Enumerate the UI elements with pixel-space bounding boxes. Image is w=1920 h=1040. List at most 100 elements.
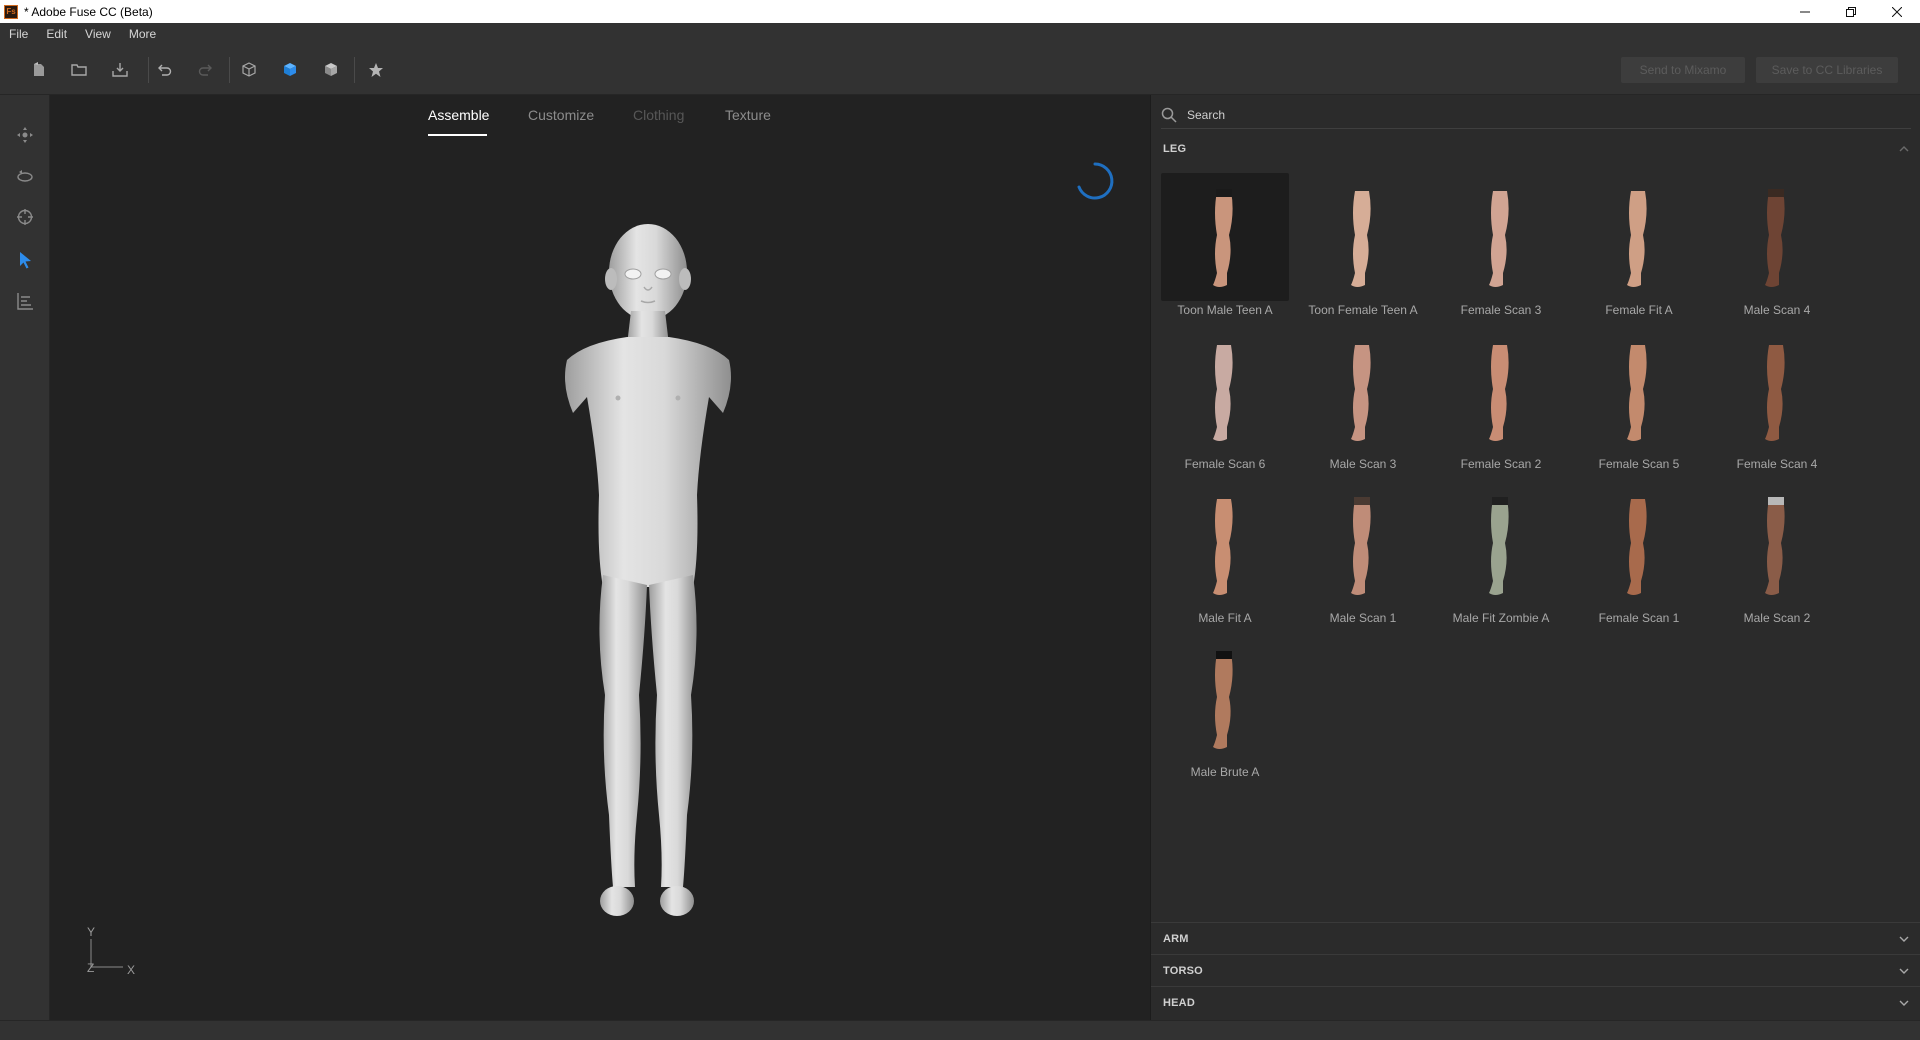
leg-thumbnail-image xyxy=(1213,499,1233,595)
leg-part-item[interactable]: Female Scan 5 xyxy=(1575,327,1703,477)
move-tool-button[interactable] xyxy=(12,122,38,148)
select-tool-icon xyxy=(20,252,31,269)
leg-shape xyxy=(1213,499,1233,595)
toolbar-separator xyxy=(354,57,355,83)
leg-thumbnail-image xyxy=(1627,345,1647,441)
leg-part-thumbnail xyxy=(1437,173,1565,301)
leg-shape xyxy=(1765,499,1785,595)
leg-cuff xyxy=(1354,497,1370,505)
target-tool-button[interactable] xyxy=(12,204,38,230)
leg-part-thumbnail xyxy=(1575,173,1703,301)
leg-part-item[interactable]: Male Scan 3 xyxy=(1299,327,1427,477)
leg-shape xyxy=(1627,499,1647,595)
leg-part-thumbnail xyxy=(1575,481,1703,609)
close-button[interactable] xyxy=(1874,0,1920,23)
menu-more[interactable]: More xyxy=(120,27,165,41)
select-tool-button[interactable] xyxy=(12,247,38,273)
leg-shape xyxy=(1213,653,1233,749)
leg-shape xyxy=(1765,345,1785,441)
redo-button[interactable] xyxy=(193,57,219,83)
leg-shape xyxy=(1351,191,1371,287)
undo-icon xyxy=(158,64,172,76)
section-arm-header[interactable]: ARM xyxy=(1151,922,1920,954)
leg-part-item[interactable]: Female Scan 2 xyxy=(1437,327,1565,477)
leg-part-item[interactable]: Female Scan 3 xyxy=(1437,173,1565,323)
section-torso-title: TORSO xyxy=(1163,964,1203,977)
leg-part-item[interactable]: Male Fit A xyxy=(1161,481,1289,631)
undo-button[interactable] xyxy=(151,57,177,83)
leg-part-label: Female Scan 6 xyxy=(1184,457,1266,471)
character-model[interactable] xyxy=(505,215,785,935)
leg-thumbnail-image xyxy=(1765,345,1785,441)
active-tab-indicator xyxy=(428,134,487,136)
tab-customize[interactable]: Customize xyxy=(528,107,594,123)
left-tool-rail xyxy=(0,95,50,1020)
menu-file[interactable]: File xyxy=(0,27,37,41)
leg-part-thumbnail xyxy=(1713,481,1841,609)
leg-part-item[interactable]: Female Fit A xyxy=(1575,173,1703,323)
import-button[interactable] xyxy=(107,57,133,83)
tab-assemble[interactable]: Assemble xyxy=(428,107,489,123)
chevron-down-icon xyxy=(1899,1000,1909,1006)
parts-panel: Search LEG Toon Male Teen A Toon Female T… xyxy=(1150,95,1920,1020)
move-tool-icon xyxy=(17,127,33,143)
chevron-down-icon xyxy=(1899,936,1909,942)
view-textured-button[interactable] xyxy=(318,57,344,83)
section-head-header[interactable]: HEAD xyxy=(1151,986,1920,1018)
pose-tool-icon xyxy=(17,293,33,310)
close-icon xyxy=(1892,6,1902,17)
orbit-tool-button[interactable] xyxy=(12,163,38,189)
new-file-button[interactable] xyxy=(26,57,52,83)
leg-part-item[interactable]: Male Brute A xyxy=(1161,635,1289,785)
leg-shape xyxy=(1351,499,1371,595)
leg-shape xyxy=(1627,191,1647,287)
leg-part-label: Female Scan 3 xyxy=(1460,303,1542,317)
send-to-mixamo-button[interactable]: Send to Mixamo xyxy=(1621,57,1745,83)
leg-part-item[interactable]: Male Scan 4 xyxy=(1713,173,1841,323)
save-to-cc-libraries-button[interactable]: Save to CC Libraries xyxy=(1756,57,1898,83)
leg-part-thumbnail xyxy=(1161,327,1289,455)
toolbar-separator xyxy=(148,57,149,83)
leg-part-item[interactable]: Female Scan 4 xyxy=(1713,327,1841,477)
leg-shape xyxy=(1489,345,1509,441)
leg-shape xyxy=(1627,345,1647,441)
search-bar[interactable]: Search xyxy=(1161,101,1911,129)
leg-cuff xyxy=(1216,651,1232,659)
leg-part-item[interactable]: Female Scan 1 xyxy=(1575,481,1703,631)
leg-part-label: Male Scan 4 xyxy=(1743,303,1811,317)
leg-part-item[interactable]: Toon Female Teen A xyxy=(1299,173,1427,323)
view-solid-button[interactable] xyxy=(277,57,303,83)
leg-part-thumbnail xyxy=(1575,327,1703,455)
leg-part-item[interactable]: Male Scan 1 xyxy=(1299,481,1427,631)
section-leg-header[interactable]: LEG xyxy=(1151,133,1920,165)
view-outline-button[interactable] xyxy=(236,57,262,83)
app-icon: Fs xyxy=(4,4,18,19)
section-head-title: HEAD xyxy=(1163,996,1195,1009)
minimize-icon xyxy=(1800,11,1810,12)
leg-part-thumbnail xyxy=(1161,635,1289,763)
leg-part-item[interactable]: Male Scan 2 xyxy=(1713,481,1841,631)
tab-clothing[interactable]: Clothing xyxy=(633,107,684,123)
leg-part-label: Toon Male Teen A xyxy=(1177,303,1273,317)
leg-part-item[interactable]: Female Scan 6 xyxy=(1161,327,1289,477)
menu-edit[interactable]: Edit xyxy=(37,27,76,41)
leg-part-label: Female Scan 2 xyxy=(1460,457,1542,471)
open-button[interactable] xyxy=(66,57,92,83)
cube-textured-icon xyxy=(325,63,337,76)
section-torso-header[interactable]: TORSO xyxy=(1151,954,1920,986)
axis-gizmo: Y Z X xyxy=(85,925,165,987)
leg-part-item[interactable]: Male Fit Zombie A xyxy=(1437,481,1565,631)
leg-cuff xyxy=(1492,497,1508,505)
leg-cuff xyxy=(1768,497,1784,505)
restore-button[interactable] xyxy=(1828,0,1874,23)
menu-view[interactable]: View xyxy=(76,27,120,41)
search-input[interactable]: Search xyxy=(1187,108,1225,122)
3d-viewport[interactable]: Assemble Customize Clothing Texture Y Z … xyxy=(50,95,1150,1020)
leg-part-item[interactable]: Toon Male Teen A xyxy=(1161,173,1289,323)
leg-thumbnail-image xyxy=(1765,497,1785,595)
tab-texture[interactable]: Texture xyxy=(725,107,771,123)
favorite-button[interactable] xyxy=(363,57,389,83)
chevron-down-icon xyxy=(1899,968,1909,974)
pose-tool-button[interactable] xyxy=(12,288,38,314)
minimize-button[interactable] xyxy=(1782,0,1828,23)
